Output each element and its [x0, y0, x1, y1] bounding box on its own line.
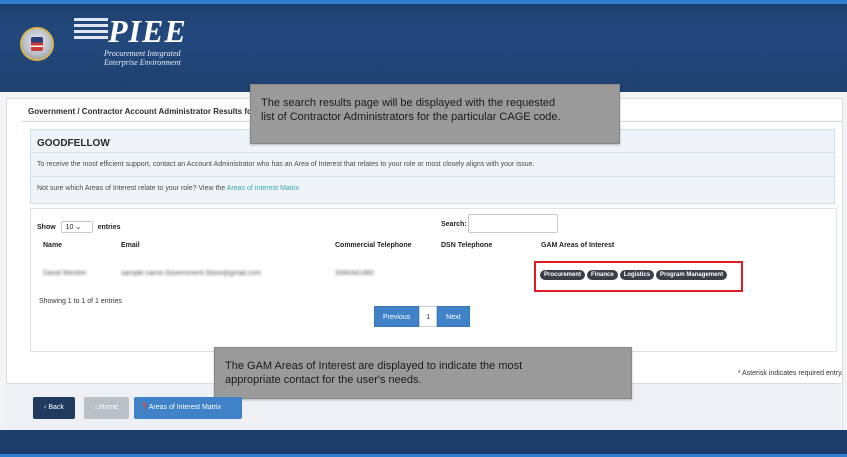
row-email[interactable]: sample.name.Government.Store@gmail.com — [121, 270, 261, 277]
home-button[interactable]: ⌂Home — [84, 397, 129, 419]
chevron-down-icon: ⌄ — [73, 224, 82, 231]
callout-line: appropriate contact for the user's needs… — [225, 374, 422, 386]
search-input[interactable] — [468, 214, 558, 233]
previous-page-button[interactable]: Previous — [374, 306, 420, 327]
logo-subtitle: Procurement Integrated Enterprise Enviro… — [104, 49, 181, 67]
col-header-email[interactable]: Email — [121, 242, 140, 249]
callout-search-results: The search results page will be displaye… — [250, 84, 620, 144]
divider — [31, 152, 834, 153]
matrix-button-label: Areas of Interest Matrix — [148, 404, 222, 411]
current-page-button[interactable]: 1 — [419, 306, 438, 327]
gam-areas-badges: Procurement Finance Logistics Program Ma… — [540, 270, 728, 280]
col-header-dsn-telephone[interactable]: DSN Telephone — [441, 242, 492, 249]
col-header-commercial-telephone[interactable]: Commercial Telephone — [335, 242, 412, 249]
results-title-text: Government / Contractor Account Administ… — [28, 107, 255, 116]
next-page-button[interactable]: Next — [437, 306, 470, 327]
areas-of-interest-matrix-link[interactable]: Areas of Interest Matrix — [227, 185, 299, 192]
dod-seal-icon — [20, 27, 54, 61]
gam-badge-procurement: Procurement — [540, 270, 586, 280]
gam-badge-program-management: Program Management — [656, 270, 728, 280]
back-button[interactable]: ‹ Back — [33, 397, 75, 419]
gam-badge-finance: Finance — [587, 270, 618, 280]
results-title: Government / Contractor Account Administ… — [28, 107, 271, 116]
logo-subtitle-line2: Enterprise Environment — [104, 58, 181, 67]
row-name: David Weston — [43, 270, 87, 277]
logo-subtitle-line1: Procurement Integrated — [104, 49, 181, 58]
areas-of-interest-matrix-button[interactable]: ❓Areas of Interest Matrix — [134, 397, 242, 419]
seal-shield-icon — [31, 37, 43, 51]
divider — [31, 176, 834, 177]
back-label: Back — [48, 404, 64, 411]
callout-line: The search results page will be displaye… — [261, 97, 556, 109]
show-label: Show — [37, 223, 56, 231]
col-header-gam-areas[interactable]: GAM Areas of Interest — [541, 242, 614, 249]
question-circle-icon: ❓ — [140, 404, 149, 411]
header-banner: PIEE Procurement Integrated Enterprise E… — [0, 0, 847, 92]
search-label: Search: — [441, 221, 467, 228]
logo-word: PIEE — [108, 13, 187, 49]
pagination: Previous 1 Next — [374, 306, 470, 327]
callout-gam-areas: The GAM Areas of Interest are displayed … — [214, 347, 632, 399]
support-instruction: To receive the most efficient support, c… — [37, 161, 535, 168]
company-name: GOODFELLOW — [37, 138, 110, 149]
entries-label: entries — [97, 223, 121, 231]
callout-line: list of Contractor Administrators for th… — [261, 111, 561, 123]
footer-banner — [0, 430, 847, 457]
page-size-select[interactable]: 10 ⌄ — [60, 221, 93, 233]
home-label: Home — [99, 404, 118, 411]
page-size-control: Show 10 ⌄ entries — [37, 221, 121, 233]
callout-line: The GAM Areas of Interest are displayed … — [225, 360, 523, 372]
gam-badge-logistics: Logistics — [619, 270, 655, 280]
row-commercial-phone: 3340441460 — [335, 270, 374, 277]
logo-lines-icon — [74, 18, 108, 42]
showing-entries-text: Showing 1 to 1 of 1 entries — [39, 298, 122, 305]
required-entry-note: * Asterisk indicates required entry. — [737, 370, 843, 377]
header-accent-line — [0, 0, 847, 4]
matrix-hint: Not sure which Areas of Interest relate … — [37, 185, 299, 192]
matrix-hint-text: Not sure which Areas of Interest relate … — [37, 185, 226, 192]
col-header-name[interactable]: Name — [43, 242, 62, 249]
